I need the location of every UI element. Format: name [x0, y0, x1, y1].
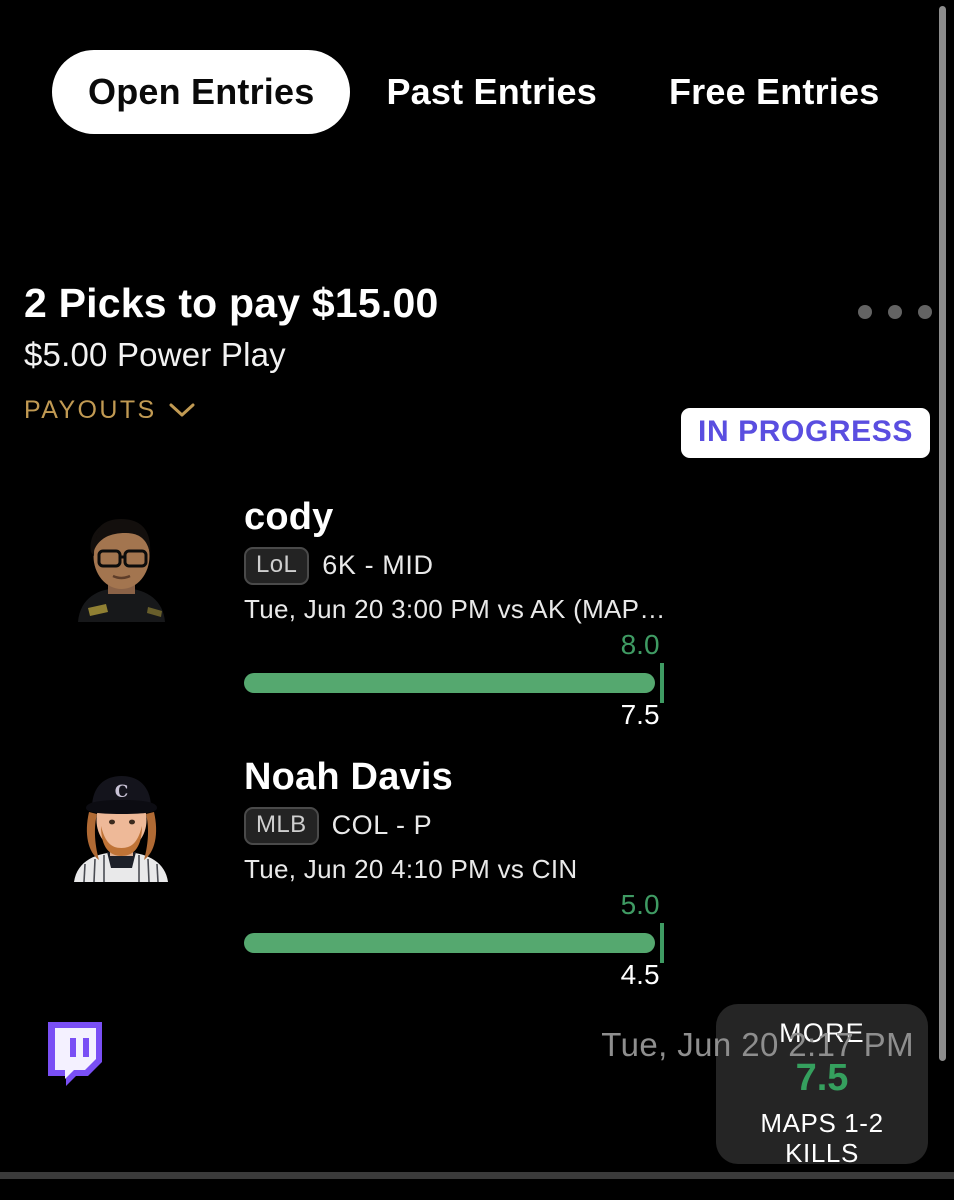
player-meta: MLB COL - P: [244, 806, 674, 845]
line-value-label: 7.5: [620, 698, 660, 730]
pick-details: cody LoL 6K - MID Tue, Jun 20 3:00 PM vs…: [244, 496, 674, 730]
current-value-label: 5.0: [620, 888, 660, 920]
avatar: C: [44, 764, 199, 882]
meter-track: [244, 922, 668, 963]
meter-track: [244, 662, 668, 703]
entry-header: 2 Picks to pay $15.00 $5.00 Power Play P…: [24, 280, 930, 424]
entry-timestamp: Tue, Jun 20 2:17 PM: [601, 1026, 914, 1063]
entry-subtitle: $5.00 Power Play: [24, 336, 286, 374]
tab-past-entries[interactable]: Past Entries: [350, 50, 633, 134]
selection-line: 7.5: [795, 1057, 849, 1099]
entries-tab-bar: Open Entries Past Entries Free Entries: [0, 44, 930, 140]
status-badge: IN PROGRESS: [681, 408, 930, 458]
player-position: COL - P: [331, 810, 433, 841]
line-tick-marker: [659, 922, 664, 963]
entry-title: 2 Picks to pay $15.00: [24, 280, 439, 326]
vertical-scrollbar[interactable]: [939, 6, 946, 1061]
meter-fill: [244, 672, 656, 693]
meter-fill: [244, 932, 656, 953]
line-tick-marker: [659, 662, 664, 703]
dot-icon: [858, 305, 872, 319]
twitch-icon[interactable]: [40, 1018, 106, 1090]
svg-text:C: C: [115, 782, 129, 802]
line-value-label: 4.5: [620, 958, 660, 990]
entry-overflow-menu-button[interactable]: [858, 305, 932, 319]
match-info: Tue, Jun 20 4:10 PM vs CIN: [244, 854, 578, 884]
selection-stat: MAPS 1-2 KILLS: [760, 1108, 884, 1168]
tab-free-entries[interactable]: Free Entries: [633, 50, 916, 134]
bottom-divider: [0, 1172, 954, 1179]
player-name: cody: [244, 496, 334, 538]
avatar: [44, 504, 199, 622]
player-position: 6K - MID: [322, 550, 434, 581]
payouts-label: PAYOUTS: [24, 395, 157, 424]
progress-meter: 8.0 7.5: [244, 628, 668, 730]
dot-icon: [918, 305, 932, 319]
player-name: Noah Davis: [244, 756, 453, 798]
pick-details: Noah Davis MLB COL - P Tue, Jun 20 4:10 …: [244, 756, 674, 990]
prizepicks-entries-screen: Open Entries Past Entries Free Entries 2…: [0, 0, 954, 1200]
dot-icon: [888, 305, 902, 319]
current-value-label: 8.0: [620, 628, 660, 660]
league-badge: MLB: [244, 806, 319, 845]
player-meta: LoL 6K - MID: [244, 546, 674, 585]
chevron-down-icon: [169, 403, 195, 418]
progress-meter: 5.0 4.5: [244, 888, 668, 990]
match-info: Tue, Jun 20 3:00 PM vs AK (MAPS…: [244, 594, 674, 624]
league-badge: LoL: [244, 546, 310, 585]
tab-open-entries[interactable]: Open Entries: [52, 50, 351, 134]
